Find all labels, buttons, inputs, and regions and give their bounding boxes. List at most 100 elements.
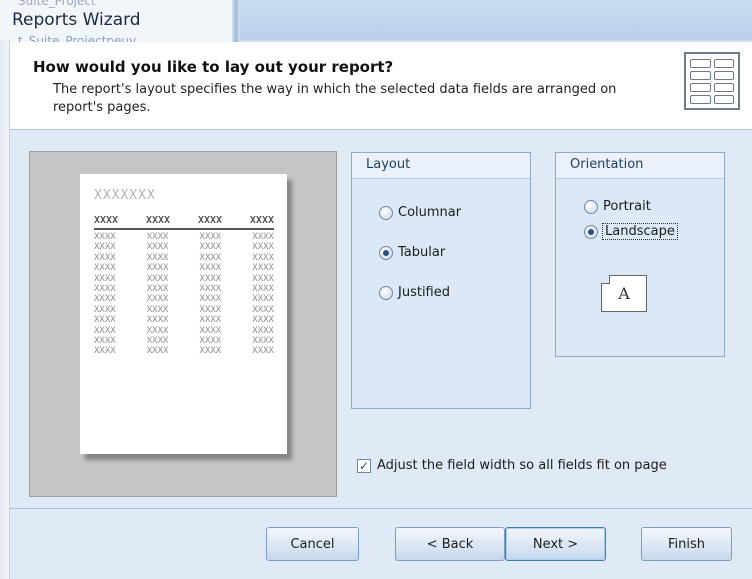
preview-row: XXXX XXXX XXXX XXXX [94,284,274,294]
preview-cell: XXXX [252,263,274,274]
back-button[interactable]: < Back [395,527,505,561]
radio-tabular[interactable]: Tabular [379,245,445,260]
preview-cell: XXXX [252,284,274,295]
preview-cell: XXXX [199,336,222,347]
button-separator [10,508,752,509]
next-button[interactable]: Next > [505,527,606,561]
preview-cell: XXXX [199,284,222,295]
preview-cell: XXXX [94,336,116,347]
preview-cell: XXXX [199,242,222,253]
fit-fields-checkbox-row[interactable]: ✓ Adjust the field width so all fields f… [357,458,667,473]
preview-cell: XXXX [252,336,274,347]
radio-landscape[interactable]: Landscape [584,223,678,240]
layout-group: Layout Columnar Tabular Justified [351,152,531,409]
wizard-header: How would you like to lay out your repor… [10,42,752,130]
preview-cell: XXXX [199,294,222,305]
preview-cell: XXXX [94,232,116,242]
preview-cell: XXXX [252,294,274,305]
preview-cell: XXXX [94,325,116,336]
preview-cell: XXXX [146,242,169,253]
preview-cell: XXXX [94,294,116,305]
preview-page: XXXXXXX XXXX XXXX XXXX XXXX XXXX XXXX XXXX… [80,174,287,454]
preview-cell: XXXX [146,284,169,295]
preview-row: XXXX XXXX XXXX XXXX [94,305,274,315]
background-text: Suite_Project [18,0,96,8]
preview-row: XXXX XXXX XXXX XXXX [94,274,274,284]
preview-row: XXXX XXXX XXXX XXXX [94,232,274,242]
radio-button-icon[interactable] [379,205,393,220]
background-titlebar [240,0,752,40]
page-icon-letter: A [618,284,630,303]
orientation-group: Orientation Portrait Landscape A [555,152,725,357]
preview-cell: XXXX [146,232,169,242]
reports-wizard-dialog: How would you like to lay out your repor… [10,42,752,579]
radio-landscape-label[interactable]: Landscape [602,223,678,240]
fit-fields-checkbox[interactable]: ✓ [357,458,371,473]
preview-cell: XXXX [252,273,274,284]
fit-fields-label[interactable]: Adjust the field width so all fields fit… [377,458,667,473]
preview-cell: XXXX [252,315,274,326]
preview-cell: XXXX [252,232,274,242]
preview-cell: XXXX [199,252,222,263]
preview-cell: XXXX [146,294,169,305]
preview-cell: XXXX [252,252,274,263]
preview-row: XXXX XXXX XXXX XXXX [94,346,274,356]
preview-row: XXXX XXXX XXXX XXXX [94,253,274,263]
preview-cell: XXXX [146,263,169,274]
left-edge [0,40,10,579]
preview-cell: XXXX [252,325,274,336]
preview-cell: XXXX [199,273,222,284]
radio-columnar[interactable]: Columnar [379,205,461,220]
preview-row: XXXX XXXX XXXX XXXX [94,263,274,273]
preview-cell: XXXX [199,263,222,274]
cancel-button[interactable]: Cancel [266,527,359,561]
preview-cell: XXXX [146,336,169,347]
preview-cell: XXXX [146,304,169,315]
radio-portrait[interactable]: Portrait [584,199,651,214]
window-title: Reports Wizard [12,10,141,30]
preview-row: XXXX XXXX XXXX XXXX [94,326,274,336]
radio-columnar-label[interactable]: Columnar [398,205,461,220]
title-bar: Suite_Project Reports Wizard t_Suite_Pro… [0,0,240,48]
preview-cell: XXXX [199,315,222,326]
preview-header-cell: XXXX [249,215,274,226]
preview-cell: XXXX [199,346,222,357]
preview-title: XXXXXXX [94,188,156,203]
radio-justified[interactable]: Justified [379,285,450,300]
preview-row: XXXX XXXX XXXX XXXX [94,336,274,346]
preview-cell: XXXX [146,346,169,357]
layout-preview: XXXXXXX XXXX XXXX XXXX XXXX XXXX XXXX XXXX… [29,151,337,497]
preview-cell: XXXX [94,263,116,274]
preview-header-cell: XXXX [94,215,119,226]
preview-header-cell: XXXX [197,215,223,226]
preview-cell: XXXX [252,304,274,315]
radio-tabular-label[interactable]: Tabular [398,245,445,260]
finish-button[interactable]: Finish [641,527,732,561]
preview-cell: XXXX [252,242,274,253]
preview-cell: XXXX [94,273,116,284]
radio-button-icon[interactable] [379,245,393,260]
wizard-step-title: How would you like to lay out your repor… [33,58,394,76]
preview-cell: XXXX [94,346,116,357]
preview-cell: XXXX [252,346,274,357]
preview-header-row: XXXX XXXX XXXX XXXX [94,215,274,230]
radio-button-icon[interactable] [379,285,393,300]
preview-cell: XXXX [94,304,116,315]
radio-justified-label[interactable]: Justified [398,285,450,300]
preview-header-cell: XXXX [145,215,171,226]
preview-cell: XXXX [146,252,169,263]
landscape-page-icon: A [601,275,647,312]
preview-cell: XXXX [146,325,169,336]
preview-cell: XXXX [94,252,116,263]
orientation-group-label: Orientation [556,153,724,179]
radio-button-icon[interactable] [584,199,598,214]
preview-cell: XXXX [94,284,116,295]
radio-portrait-label[interactable]: Portrait [603,199,651,214]
radio-button-icon[interactable] [584,224,598,239]
report-layout-icon [684,52,740,110]
preview-cell: XXXX [199,304,222,315]
preview-cell: XXXX [199,232,222,242]
preview-cell: XXXX [146,315,169,326]
wizard-step-description: The report's layout specifies the way in… [53,82,617,115]
preview-row: XXXX XXXX XXXX XXXX [94,315,274,325]
